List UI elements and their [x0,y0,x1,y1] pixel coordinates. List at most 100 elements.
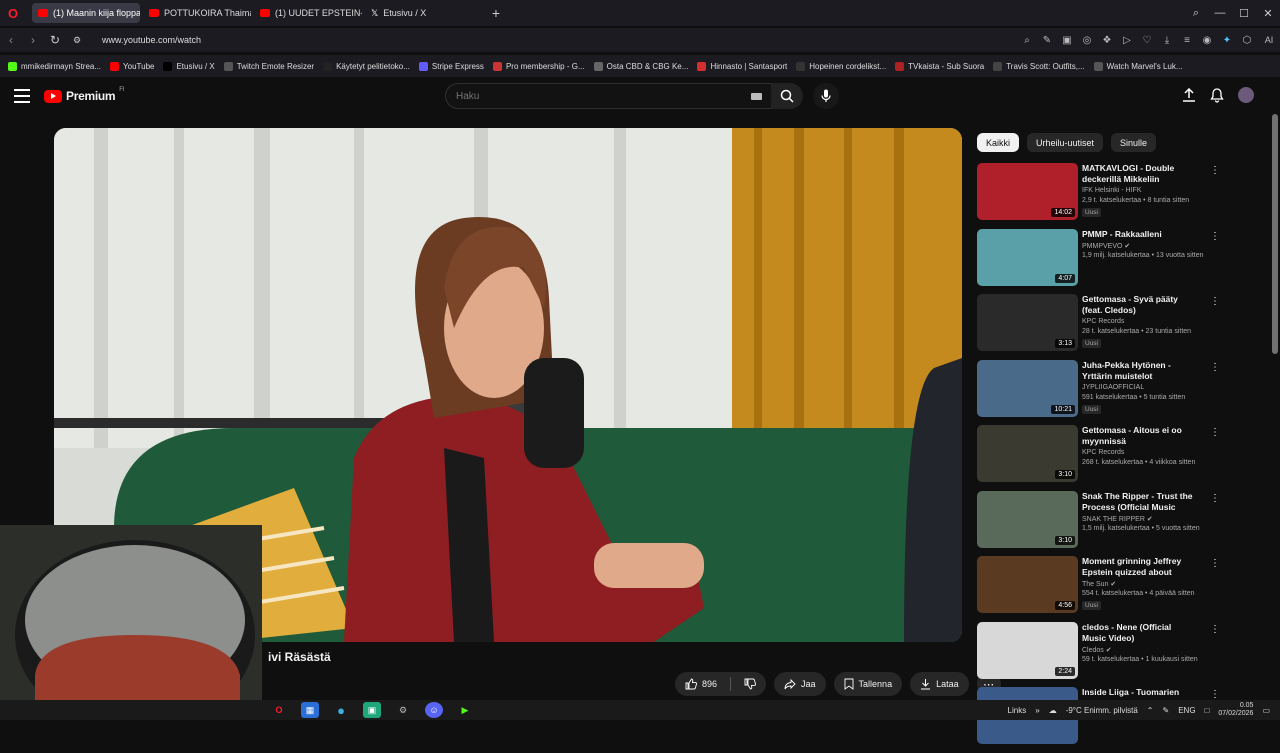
recommended-video[interactable]: 3:10 Snak The Ripper - Trust the Process … [977,490,1220,553]
channel-name[interactable]: IFK Helsinki - HIFK [1082,187,1142,194]
maximize-button[interactable]: ☐ [1232,7,1256,20]
bookmark-item[interactable]: Etusivu / X [163,61,215,71]
bookmark-item[interactable]: TVkaista - Sub Suora [895,61,984,71]
recommended-video-title[interactable]: Gettomasa - Syvä pääty (feat. Cledos) [1082,294,1197,316]
filter-chip[interactable]: Urheilu-uutiset [1027,133,1104,152]
bookmark-item[interactable]: Twitch Emote Resizer [223,61,314,71]
recommended-video[interactable]: 4:07 PMMP - Rakkaalleni PMMPVEVO ✔ 1,9 milj… [977,228,1220,291]
reload-icon[interactable]: ↻ [44,33,66,47]
camera-icon[interactable]: ▣ [1058,35,1076,46]
notifications-bell-icon[interactable] [1210,87,1224,103]
bookmark-item[interactable]: Hinnasto | Santasport [697,61,787,71]
language-indicator[interactable]: ENG [1178,706,1195,715]
bookmark-item[interactable]: Travis Scott: Outfits,... [993,61,1085,71]
tray-expand-icon[interactable]: ⌃ [1147,706,1154,715]
url-field[interactable]: www.youtube.com/watch [102,35,201,45]
video-thumbnail[interactable]: 2:24 [977,621,1078,679]
page-scrollbar[interactable] [1272,114,1278,354]
bookmark-item[interactable]: YouTube [110,61,154,71]
download-button[interactable]: Lataa [910,672,969,696]
channel-name[interactable]: PMMPVEVO ✔ [1082,242,1130,250]
recommended-video-title[interactable]: Gettomasa - Aitous ei oo myynnissä [1082,425,1197,447]
account-icon[interactable]: ◉ [1198,35,1216,46]
browser-tab[interactable]: POTTUKOIRA Thaimaa - s [143,3,251,23]
bookmark-item[interactable]: Osta CBD & CBG Ke... [593,61,688,71]
discord-taskbar-icon[interactable]: ☺ [425,702,443,718]
filter-chip[interactable]: Kaikki [977,133,1020,152]
new-tab-button[interactable]: + [486,3,506,23]
video-menu-icon[interactable]: ⋮ [1210,166,1220,176]
voice-search-button[interactable] [813,83,839,109]
share-button[interactable]: Jaa [774,672,826,696]
upload-icon[interactable] [1182,88,1196,102]
video-thumbnail[interactable]: 3:10 [977,425,1078,482]
recommended-video-title[interactable]: Moment grinning Jeffrey Epstein quizzed … [1082,556,1197,578]
video-thumbnail[interactable]: 3:13 [977,294,1078,351]
weather-text[interactable]: -9°C Enimm. pilvistä [1066,706,1138,715]
user-avatar[interactable] [1238,87,1254,103]
recommended-video-title[interactable]: PMMP - Rakkaalleni [1082,229,1197,240]
video-thumbnail[interactable]: 3:10 [977,490,1078,548]
video-menu-icon[interactable]: ⋮ [1210,362,1220,373]
vpn-icon[interactable]: ◎ [1078,35,1096,46]
notification-center-icon[interactable]: ▭ [1262,706,1270,715]
network-icon[interactable]: □ [1205,706,1210,715]
recommended-video[interactable]: 3:10 Gettomasa - Aitous ei oo myynnissä KP… [977,425,1220,487]
recommended-video[interactable]: 14:02 MATKAVLOGI - Double deckerillä Mikk… [977,163,1220,225]
browser-tab[interactable]: (1) Maanin kiija floppasi [32,3,140,23]
video-thumbnail[interactable]: 4:07 [977,228,1078,286]
forward-button[interactable]: › [22,33,44,47]
bookmark-item[interactable]: mmikedirmayn Strea... [8,61,101,71]
opera-taskbar-icon[interactable]: O [270,702,288,718]
extensions-icon[interactable]: ❖ [1098,35,1116,46]
pen-icon[interactable]: ✎ [1163,706,1170,715]
video-menu-icon[interactable]: ⋮ [1210,624,1220,635]
bookmark-item[interactable]: Stripe Express [418,61,484,71]
recommended-video[interactable]: 4:56 Moment grinning Jeffrey Epstein quiz… [977,556,1220,618]
heart-icon[interactable]: ♡ [1138,35,1156,46]
save-button[interactable]: Tallenna [833,672,903,696]
youtube-premium-logo[interactable]: Premium FI [44,87,125,103]
opera-logo-icon[interactable]: O [0,0,26,26]
ai-icon[interactable]: AI [1258,35,1280,45]
channel-name[interactable]: SNAK THE RIPPER ✔ [1082,515,1153,523]
extension-puzzle-icon[interactable]: ✦ [1218,35,1236,46]
recommended-video-title[interactable]: Snak The Ripper - Trust the Process (Off… [1082,491,1197,513]
stream-taskbar-icon[interactable]: ▶ [456,702,474,718]
recommended-video-title[interactable]: cledos - Nene (Official Music Video) [1082,622,1197,644]
edit-icon[interactable]: ✎ [1038,35,1056,46]
channel-name[interactable]: KPC Records [1082,318,1124,325]
video-menu-icon[interactable]: ⋮ [1210,690,1220,700]
minimize-button[interactable]: — [1208,7,1232,19]
like-button[interactable]: 896 [675,672,767,696]
clock[interactable]: 0.05 07/02/2026 [1218,702,1253,718]
bookmark-item[interactable]: Pro membership - G... [492,61,585,71]
links-toolbar[interactable]: Links [1008,706,1027,715]
search-input[interactable] [456,90,736,102]
download-icon[interactable]: ⤓ [1158,35,1176,46]
recommended-video[interactable]: 10:21 Juha-Pekka Hytönen - Yrttärin muist… [977,359,1220,422]
filter-chip[interactable]: Sinulle [1111,133,1157,152]
thumbs-down-icon[interactable] [744,678,757,690]
store-taskbar-icon[interactable]: ▦ [301,702,319,718]
video-menu-icon[interactable]: ⋮ [1210,428,1220,438]
close-window-button[interactable]: ✕ [1256,7,1280,20]
hamburger-menu-icon[interactable] [14,89,30,103]
recommended-video-title[interactable]: Juha-Pekka Hytönen - Yrttärin muistelot [1082,360,1197,382]
settings-icon[interactable]: ⬡ [1238,35,1256,46]
video-thumbnail[interactable]: 14:02 [977,163,1078,220]
channel-name[interactable]: JYPLIIGAOFFICIAL [1082,384,1144,391]
recommended-video[interactable]: 3:13 Gettomasa - Syvä pääty (feat. Cledos… [977,294,1220,356]
recommended-video[interactable]: 2:24 cledos - Nene (Official Music Video)… [977,621,1220,684]
zoom-search-icon[interactable]: ⌕ [1018,35,1036,46]
channel-name[interactable]: The Sun ✔ [1082,580,1116,588]
video-menu-icon[interactable]: ⋮ [1210,297,1220,307]
channel-name[interactable]: Cledos ✔ [1082,646,1112,654]
bookmark-item[interactable]: Watch Marvel's Luk... [1093,61,1183,71]
edge-taskbar-icon[interactable]: ● [332,702,350,718]
video-menu-icon[interactable]: ⋮ [1210,559,1220,569]
browser-tab[interactable]: (1) UUDET EPSTEIN-ASIAT [254,3,362,23]
app-taskbar-icon[interactable]: ▣ [363,702,381,718]
channel-name[interactable]: KPC Records [1082,449,1124,456]
back-button[interactable]: ‹ [0,33,22,47]
